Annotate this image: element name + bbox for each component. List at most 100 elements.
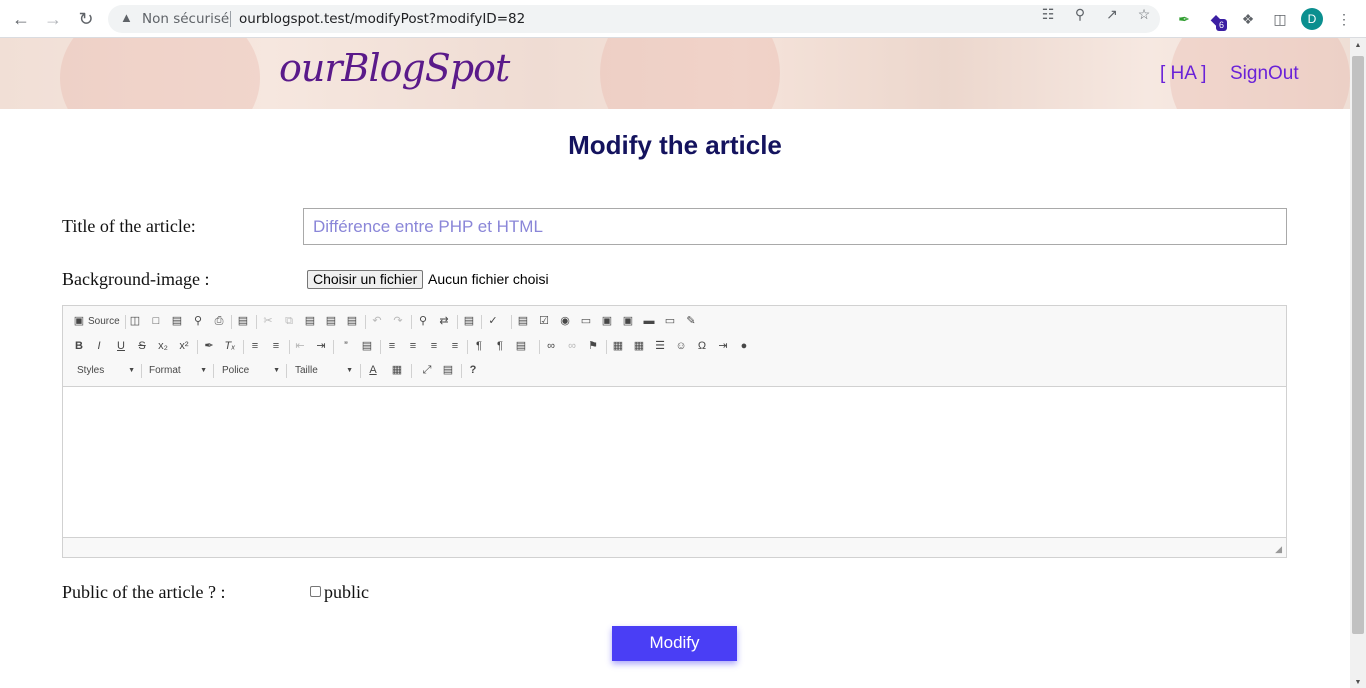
- align-left-icon[interactable]: ≡: [384, 338, 400, 354]
- bulleted-list-icon[interactable]: ≡: [268, 338, 284, 354]
- maximize-icon[interactable]: ⤢: [419, 362, 435, 378]
- italic-icon[interactable]: I: [91, 338, 107, 354]
- blockquote-icon[interactable]: ”: [338, 338, 354, 354]
- public-label: Public of the article ? :: [62, 582, 226, 602]
- remove-format-icon[interactable]: Tₓ: [222, 338, 238, 354]
- preview-icon[interactable]: ⚲: [190, 313, 206, 329]
- image-button-icon[interactable]: ▭: [662, 313, 678, 329]
- table-icon[interactable]: ▦: [631, 338, 647, 354]
- copy-format-icon[interactable]: ✒: [201, 338, 217, 354]
- background-color-icon[interactable]: ▦: [389, 362, 405, 378]
- outdent-icon[interactable]: ⇤: [292, 338, 308, 354]
- find-icon[interactable]: ⚲: [415, 313, 431, 329]
- justify-icon[interactable]: ≡: [447, 338, 463, 354]
- reload-icon[interactable]: ↻: [74, 7, 98, 31]
- source-button[interactable]: Source: [88, 316, 120, 327]
- image-icon[interactable]: ▦: [610, 338, 626, 354]
- side-panel-icon[interactable]: ◫: [1270, 9, 1290, 29]
- help-icon[interactable]: ?: [465, 362, 481, 378]
- paste-text-icon[interactable]: ▤: [323, 313, 339, 329]
- align-right-icon[interactable]: ≡: [426, 338, 442, 354]
- source-icon[interactable]: ▣: [71, 313, 87, 329]
- textarea-icon[interactable]: ▣: [599, 313, 615, 329]
- page-title: Modify the article: [568, 130, 782, 160]
- copy-icon[interactable]: ⧉: [281, 313, 297, 329]
- title-input[interactable]: Différence entre PHP et HTML: [303, 208, 1287, 245]
- format-dropdown[interactable]: Format ▼: [149, 362, 207, 380]
- indent-icon[interactable]: ⇥: [313, 338, 329, 354]
- cut-icon[interactable]: ✂: [260, 313, 276, 329]
- checkbox-icon[interactable]: ☑: [536, 313, 552, 329]
- nav-user-link[interactable]: [ HA ]: [1160, 63, 1206, 85]
- rtl-icon[interactable]: ¶: [492, 338, 508, 354]
- undo-icon[interactable]: ↶: [369, 313, 385, 329]
- redo-icon[interactable]: ↷: [390, 313, 406, 329]
- scroll-down-arrow-icon[interactable]: ▼: [1350, 679, 1366, 686]
- scrollbar-thumb[interactable]: [1352, 56, 1364, 634]
- forward-icon[interactable]: →: [41, 7, 65, 31]
- bookmark-star-icon[interactable]: ☆: [1134, 6, 1154, 23]
- spellcheck-icon[interactable]: ✓: [485, 313, 501, 329]
- horizontal-line-icon[interactable]: ☰: [652, 338, 668, 354]
- smiley-icon[interactable]: ☺: [673, 338, 689, 354]
- select-all-icon[interactable]: ▤: [461, 313, 477, 329]
- extensions-puzzle-icon[interactable]: ❖: [1238, 9, 1258, 29]
- bold-icon[interactable]: B: [71, 338, 87, 354]
- choose-file-button[interactable]: Choisir un fichier: [307, 270, 424, 289]
- text-color-icon[interactable]: A: [365, 362, 381, 378]
- back-icon[interactable]: ←: [9, 7, 33, 31]
- styles-dropdown[interactable]: Styles ▼: [77, 362, 135, 380]
- site-logo[interactable]: ourBlogSpot: [279, 46, 510, 90]
- new-page-icon[interactable]: □: [148, 313, 164, 329]
- paste-word-icon[interactable]: ▤: [344, 313, 360, 329]
- zoom-icon[interactable]: ⚲: [1070, 6, 1090, 23]
- link-icon[interactable]: ∞: [543, 338, 559, 354]
- print-icon[interactable]: ⎙: [211, 313, 227, 329]
- strikethrough-icon[interactable]: S: [134, 338, 150, 354]
- translate-icon[interactable]: ☷: [1038, 6, 1058, 23]
- unlink-icon[interactable]: ∞: [564, 338, 580, 354]
- language-icon[interactable]: ▤: [513, 338, 529, 354]
- anchor-icon[interactable]: ⚑: [585, 338, 601, 354]
- special-char-icon[interactable]: Ω: [694, 338, 710, 354]
- button-field-icon[interactable]: ▬: [641, 313, 657, 329]
- hidden-field-icon[interactable]: ✎: [683, 313, 699, 329]
- size-dropdown[interactable]: Taille ▼: [295, 362, 353, 380]
- paste-icon[interactable]: ▤: [302, 313, 318, 329]
- superscript-icon[interactable]: x²: [176, 338, 192, 354]
- editor-content-area[interactable]: [63, 387, 1286, 537]
- ltr-icon[interactable]: ¶: [471, 338, 487, 354]
- page-break-icon[interactable]: ⇥: [715, 338, 731, 354]
- address-bar[interactable]: ▲ Non sécurisé ourblogspot.test/modifyPo…: [108, 5, 1160, 33]
- save-icon[interactable]: ◫: [127, 313, 143, 329]
- toolbar-separator: [365, 315, 366, 329]
- templates-icon[interactable]: ▤: [235, 313, 251, 329]
- public-checkbox-label[interactable]: public: [324, 582, 369, 603]
- template-icon[interactable]: ▤: [169, 313, 185, 329]
- div-container-icon[interactable]: ▤: [359, 338, 375, 354]
- form-icon[interactable]: ▤: [515, 313, 531, 329]
- modify-button[interactable]: Modify: [612, 626, 737, 661]
- radio-icon[interactable]: ◉: [557, 313, 573, 329]
- subscript-icon[interactable]: x₂: [155, 338, 171, 354]
- replace-icon[interactable]: ⇄: [436, 313, 452, 329]
- select-field-icon[interactable]: ▣: [620, 313, 636, 329]
- menu-kebab-icon[interactable]: ⋮: [1334, 9, 1354, 29]
- share-icon[interactable]: ↗: [1102, 6, 1122, 23]
- show-blocks-icon[interactable]: ▤: [440, 362, 456, 378]
- toolbar-separator: [461, 364, 462, 378]
- font-dropdown[interactable]: Police ▼: [222, 362, 280, 380]
- extension-pen-icon[interactable]: ✒: [1174, 9, 1194, 29]
- textfield-icon[interactable]: ▭: [578, 313, 594, 329]
- page-scrollbar[interactable]: ▲ ▼: [1350, 38, 1366, 688]
- align-center-icon[interactable]: ≡: [405, 338, 421, 354]
- underline-icon[interactable]: U: [113, 338, 129, 354]
- public-checkbox[interactable]: [310, 586, 321, 597]
- numbered-list-icon[interactable]: ≡: [247, 338, 263, 354]
- scroll-up-arrow-icon[interactable]: ▲: [1350, 42, 1366, 49]
- toolbar-separator: [286, 364, 287, 378]
- iframe-icon[interactable]: ●: [736, 338, 752, 354]
- resize-handle-icon[interactable]: ◢: [1275, 544, 1282, 555]
- nav-signout-link[interactable]: SignOut: [1230, 63, 1299, 85]
- profile-avatar[interactable]: D: [1301, 8, 1323, 30]
